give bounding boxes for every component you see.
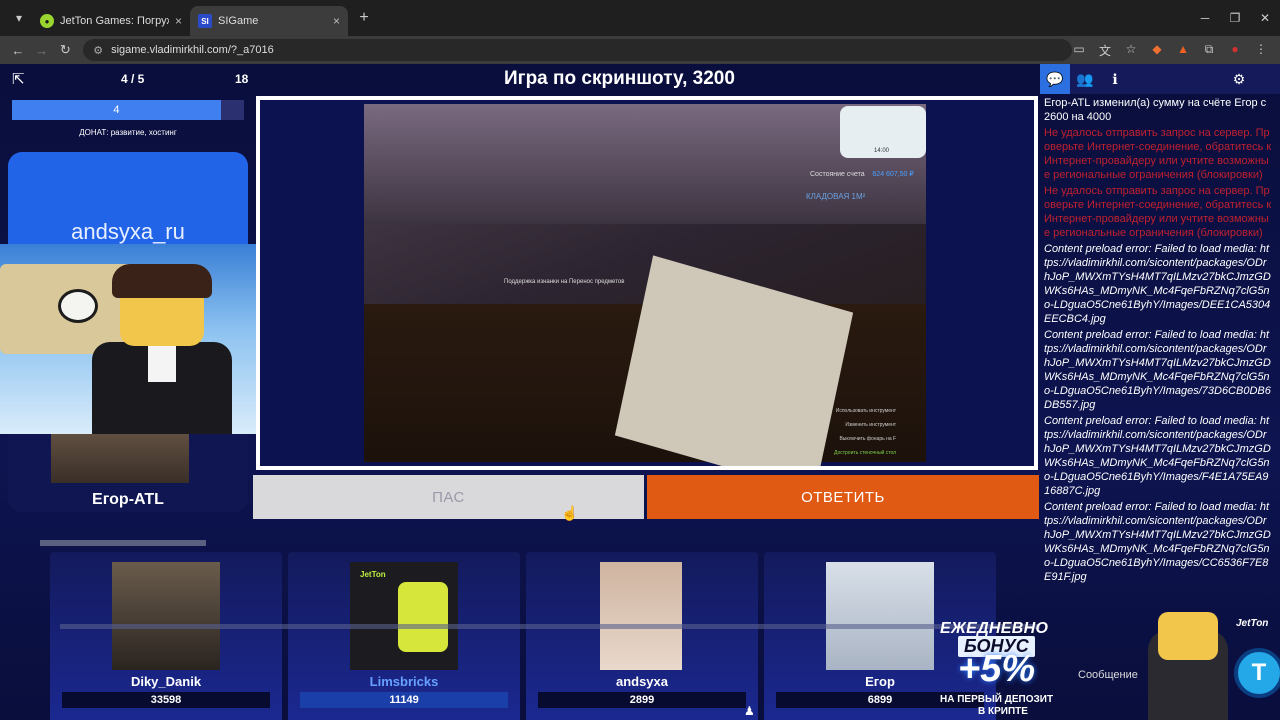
- chat-message: Content preload error: Failed to load me…: [1044, 329, 1271, 411]
- lego-figure: [398, 582, 448, 652]
- cast-icon[interactable]: ▭: [1072, 42, 1086, 59]
- question-image: 14:00 Состояние счета 624 607,50 ₽ КЛАДО…: [364, 104, 926, 466]
- player-avatar: JetTon: [350, 562, 458, 670]
- webcam-figure-shirt: [148, 342, 176, 382]
- tab-title: JetTon Games: Погружение в м: [60, 15, 169, 27]
- pass-button[interactable]: ПАС: [253, 475, 644, 519]
- close-window-icon[interactable]: ✕: [1250, 0, 1280, 36]
- question-image-board: [614, 255, 854, 466]
- player-avatar: [600, 562, 682, 670]
- progress-value: 4: [113, 104, 120, 116]
- bookmark-star-icon[interactable]: ☆: [1124, 42, 1138, 59]
- question-frame: 14:00 Состояние счета 624 607,50 ₽ КЛАДО…: [256, 96, 1038, 470]
- chat-message: Content preload error: Failed to load me…: [1044, 415, 1271, 497]
- player-name: andsyxa: [615, 674, 669, 689]
- menu-dots-icon[interactable]: ⋮: [1254, 42, 1268, 59]
- reload-icon[interactable]: ↻: [53, 42, 77, 58]
- browser-tab-bar: ▾ ● JetTon Games: Погружение в м × SI SI…: [0, 0, 1280, 36]
- player-score: 2899: [538, 692, 746, 708]
- new-tab-button[interactable]: +: [352, 9, 376, 27]
- sigame-icon: SI: [198, 14, 212, 28]
- sigame-app: ⇱ 4 / 5 18 Игра по скриншоту, 3200 💬 👥 ℹ…: [0, 64, 1280, 720]
- answer-button[interactable]: ОТВЕТИТЬ: [647, 475, 1039, 519]
- translate-icon[interactable]: 文: [1098, 42, 1112, 59]
- window-controls: ─ ❐ ✕: [1190, 0, 1280, 36]
- promo-line-4: НА ПЕРВЫЙ ДЕПОЗИТ: [940, 694, 1054, 705]
- players-row: Diky_Danik 33598 JetTon Limsbricks 11149…: [50, 552, 1000, 720]
- promo-figure-head: [1158, 612, 1218, 660]
- chat-message: Content preload error: Failed to load me…: [1044, 501, 1271, 583]
- chat-log[interactable]: Егор-ATL изменил(а) сумму на счёте Егор …: [1044, 96, 1272, 656]
- showman-name: Егор-ATL: [92, 491, 164, 508]
- chat-icon[interactable]: 💬: [1040, 64, 1070, 94]
- chat-message: Content preload error: Failed to load me…: [1044, 243, 1271, 325]
- chat-message: Не удалось отправить запрос на сервер. П…: [1044, 185, 1272, 239]
- gear-icon[interactable]: ⚙: [1224, 64, 1254, 94]
- promo-line-3: +5%: [958, 648, 1036, 690]
- player-avatar: [112, 562, 220, 670]
- exit-icon[interactable]: ⇱: [12, 70, 30, 88]
- player-name: Limsbricks: [369, 674, 439, 689]
- stage-rail: [60, 624, 1040, 629]
- player-card: Diky_Danik 33598: [50, 552, 282, 720]
- site-info-icon[interactable]: ⚙: [93, 44, 103, 57]
- hud-balance-value: 624 607,50 ₽: [872, 171, 914, 178]
- minimize-icon[interactable]: ─: [1190, 0, 1220, 36]
- jetton-icon: ●: [40, 14, 54, 28]
- player-card: JetTon Limsbricks 11149: [288, 552, 520, 720]
- player-card: andsyxa 2899: [526, 552, 758, 720]
- extensions-puzzle-icon[interactable]: ⧉: [1202, 42, 1216, 59]
- game-top-bar: ⇱ 4 / 5 18 Игра по скриншоту, 3200: [0, 64, 1040, 94]
- users-icon[interactable]: 👥: [1070, 64, 1100, 94]
- url-field[interactable]: ⚙ sigame.vladimirkhil.com/?_a7016: [83, 39, 1073, 61]
- timer: 18: [235, 72, 249, 86]
- hud-time: 14:00: [874, 148, 890, 154]
- promo-overlay: T JetTon ЕЖЕДНЕВНО БОНУС +5% НА ПЕРВЫЙ Д…: [936, 612, 1280, 720]
- hud-hint: Поддержка изнанки на Перенос предметов: [504, 279, 625, 285]
- url-text: sigame.vladimirkhil.com/?_a7016: [111, 44, 274, 56]
- mouse-cursor-icon: ☝: [561, 505, 579, 521]
- tab-title: SIGame: [218, 15, 259, 27]
- player-stand: [40, 540, 206, 546]
- player-name: Diky_Danik: [130, 674, 202, 689]
- chat-message: Не удалось отправить запрос на сервер. П…: [1044, 127, 1272, 181]
- player-avatar: [826, 562, 934, 670]
- promo-line-5: В КРИПТЕ: [978, 706, 1028, 717]
- round-counter: 4 / 5: [121, 72, 145, 86]
- close-tab-icon[interactable]: ×: [175, 14, 182, 28]
- progress-fill: 4: [12, 100, 221, 120]
- restore-icon[interactable]: ❐: [1220, 0, 1250, 36]
- info-icon[interactable]: ℹ: [1100, 64, 1130, 94]
- promo-brand: JetTon: [1236, 618, 1269, 629]
- player-score: 33598: [62, 692, 270, 708]
- question-area: 14:00 Состояние счета 624 607,50 ₽ КЛАДО…: [260, 100, 1034, 466]
- tab-sigame[interactable]: SI SIGame ×: [190, 6, 348, 36]
- tab-jetton[interactable]: ● JetTon Games: Погружение в м ×: [32, 6, 190, 36]
- tab-search-icon[interactable]: ▾: [6, 5, 32, 31]
- question-image-minimap: 14:00: [840, 106, 926, 158]
- pawn-icon: ♟: [744, 704, 755, 718]
- question-title: Игра по скриншоту, 3200: [504, 68, 735, 89]
- forward-icon[interactable]: →: [30, 43, 54, 58]
- side-panel-tabs: 💬 👥 ℹ ⚙: [1040, 64, 1280, 94]
- webcam-figure-hair: [112, 264, 212, 298]
- extension-fox-icon[interactable]: ◆: [1150, 42, 1164, 59]
- close-tab-icon[interactable]: ×: [333, 14, 340, 28]
- profile-avatar-icon[interactable]: ●: [1228, 42, 1242, 59]
- hud-balance: Состояние счета 624 607,50 ₽: [810, 171, 914, 178]
- extension-fire-icon[interactable]: ▲: [1176, 42, 1190, 59]
- extensions: ▭ 文 ☆ ◆ ▲ ⧉ ● ⋮: [1072, 42, 1268, 59]
- hud-room: КЛАДОВАЯ 1М²: [806, 192, 866, 201]
- donate-link[interactable]: ДОНАТ: развитие, хостинг: [12, 128, 244, 137]
- webcam-flag: [58, 289, 98, 323]
- chat-message: Егор-ATL изменил(а) сумму на счёте Егор …: [1044, 97, 1267, 123]
- address-bar: ← → ↻ ⚙ sigame.vladimirkhil.com/?_a7016 …: [0, 36, 1280, 64]
- back-icon[interactable]: ←: [6, 43, 30, 58]
- jetton-logo: JetTon: [360, 570, 386, 579]
- hud-legend: Использовать инструмент Изменить инструм…: [834, 408, 897, 456]
- player-score: 11149: [300, 692, 508, 708]
- progress-bar: 4: [12, 100, 244, 120]
- jetton-coin-icon: T: [1234, 648, 1280, 698]
